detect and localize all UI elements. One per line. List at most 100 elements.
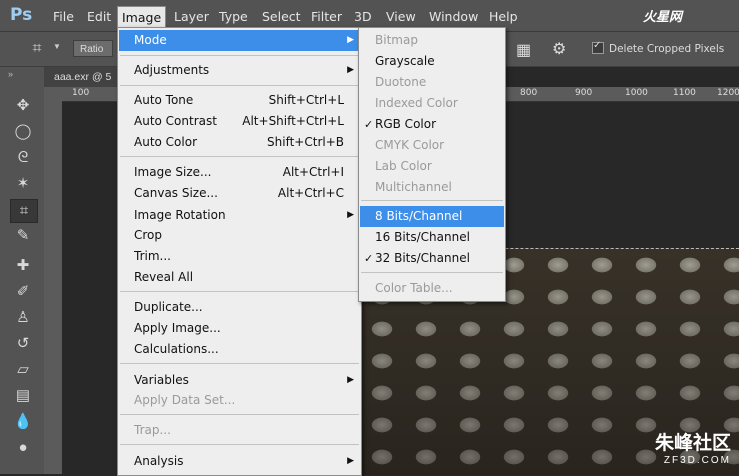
menu-item-auto-tone[interactable]: Auto Tone Shift+Ctrl+L <box>119 90 360 111</box>
mode-item-16-bits[interactable]: 16 Bits/Channel <box>360 227 504 248</box>
menu-3d[interactable]: 3D <box>354 9 372 24</box>
menu-shortcut: Alt+Ctrl+I <box>282 165 344 179</box>
ruler-label: 900 <box>575 88 593 98</box>
menu-layer[interactable]: Layer <box>174 9 209 24</box>
menu-shortcut: Alt+Ctrl+C <box>277 186 344 200</box>
menu-shortcut: Shift+Ctrl+L <box>268 93 344 107</box>
menu-item-label: Apply Data Set... <box>134 393 236 407</box>
menu-item-label: CMYK Color <box>375 138 445 152</box>
menu-item-calculations[interactable]: Calculations... <box>119 339 360 360</box>
menu-separator <box>361 272 503 273</box>
ratio-select[interactable]: Ratio <box>73 40 113 57</box>
menu-item-image-rotation[interactable]: Image Rotation ▶ <box>119 205 360 226</box>
menu-item-label: Trap... <box>134 423 171 437</box>
menu-item-label: 8 Bits/Channel <box>375 209 463 223</box>
menu-item-variables[interactable]: Variables ▶ <box>119 370 360 391</box>
dodge-tool-icon[interactable]: ● <box>10 437 36 459</box>
check-icon: ✓ <box>364 118 374 131</box>
ruler-label: 100 <box>72 88 90 98</box>
collapse-panel-icon[interactable]: » <box>8 69 13 79</box>
brush-tool-icon[interactable]: ✐ <box>10 281 36 303</box>
menu-item-crop[interactable]: Crop <box>119 225 360 246</box>
menu-file[interactable]: File <box>53 9 74 24</box>
menu-item-reveal-all[interactable]: Reveal All <box>119 267 360 288</box>
menu-view[interactable]: View <box>386 9 416 24</box>
mode-item-duotone: Duotone <box>360 72 504 93</box>
menu-item-mode[interactable]: Mode ▶ <box>119 30 360 51</box>
lasso-tool-icon[interactable]: ᘓ <box>10 147 36 169</box>
mode-item-8-bits[interactable]: 8 Bits/Channel <box>360 206 504 227</box>
menu-item-canvas-size[interactable]: Canvas Size... Alt+Ctrl+C <box>119 183 360 204</box>
menu-item-apply-image[interactable]: Apply Image... <box>119 318 360 339</box>
menu-separator <box>120 85 359 86</box>
healing-brush-icon[interactable]: ✚ <box>10 255 36 277</box>
delete-cropped-pixels-checkbox[interactable]: Delete Cropped Pixels <box>592 40 724 55</box>
menu-item-label: Image Rotation <box>134 208 226 222</box>
menu-image[interactable]: Image <box>117 6 167 29</box>
ruler-label: 1200 <box>717 88 739 98</box>
menu-shortcut: Shift+Ctrl+B <box>267 135 344 149</box>
mode-item-lab-color: Lab Color <box>360 156 504 177</box>
menu-item-trim[interactable]: Trim... <box>119 246 360 267</box>
menu-item-label: Reveal All <box>134 270 194 284</box>
menu-item-image-size[interactable]: Image Size... Alt+Ctrl+I <box>119 162 360 183</box>
check-icon: ✓ <box>364 252 374 265</box>
menu-item-label: Crop <box>134 228 163 242</box>
eraser-icon[interactable]: ▱ <box>10 359 36 381</box>
gradient-tool-icon[interactable]: ▤ <box>10 385 36 407</box>
menu-item-label: Adjustments <box>134 63 210 77</box>
menu-separator <box>361 200 503 201</box>
marquee-tool-icon[interactable]: ◯ <box>10 121 36 143</box>
menu-item-label: Auto Contrast <box>134 114 217 128</box>
watermark-url: ZF3D.COM <box>663 455 731 466</box>
checkbox-checked-icon[interactable] <box>592 40 604 54</box>
menu-filter[interactable]: Filter <box>311 9 342 24</box>
submenu-arrow-icon: ▶ <box>347 210 354 220</box>
move-tool-icon[interactable]: ✥ <box>10 95 36 117</box>
menu-item-analysis[interactable]: Analysis ▶ <box>119 451 360 472</box>
crop-tool-icon[interactable]: ⌗ <box>24 38 50 60</box>
document-tab[interactable]: aaa.exr @ 5 <box>44 67 124 87</box>
menu-select[interactable]: Select <box>262 9 301 24</box>
mode-item-multichannel: Multichannel <box>360 177 504 198</box>
menu-window[interactable]: Window <box>429 9 478 24</box>
menu-shortcut: Alt+Shift+Ctrl+L <box>242 114 344 128</box>
clone-stamp-icon[interactable]: ♙ <box>10 307 36 329</box>
chevron-down-icon[interactable]: ▼ <box>53 42 61 51</box>
menu-item-auto-color[interactable]: Auto Color Shift+Ctrl+B <box>119 132 360 153</box>
eyedropper-icon[interactable]: ✎ <box>10 225 36 247</box>
menu-item-trap: Trap... <box>119 420 360 441</box>
mode-item-bitmap: Bitmap <box>360 30 504 51</box>
blur-tool-icon[interactable]: 💧 <box>10 411 36 433</box>
submenu-arrow-icon: ▶ <box>347 35 354 45</box>
history-brush-icon[interactable]: ↺ <box>10 333 36 355</box>
crop-tool-icon[interactable]: ⌗ <box>10 199 38 223</box>
menu-help[interactable]: Help <box>489 9 518 24</box>
gear-icon[interactable]: ⚙ <box>552 39 566 59</box>
menu-item-label: RGB Color <box>375 117 437 131</box>
photoshop-logo: Ps <box>10 5 33 25</box>
mode-item-cmyk-color: CMYK Color <box>360 135 504 156</box>
menu-item-adjustments[interactable]: Adjustments ▶ <box>119 60 360 81</box>
ruler-label: 800 <box>520 88 538 98</box>
mode-item-grayscale[interactable]: Grayscale <box>360 51 504 72</box>
menu-item-label: Apply Image... <box>134 321 221 335</box>
mode-item-rgb-color[interactable]: ✓ RGB Color <box>360 114 504 135</box>
submenu-arrow-icon: ▶ <box>347 456 354 466</box>
menu-item-auto-contrast[interactable]: Auto Contrast Alt+Shift+Ctrl+L <box>119 111 360 132</box>
menu-item-label: Color Table... <box>375 281 453 295</box>
grid-overlay-icon[interactable]: ▦ <box>516 40 531 60</box>
menu-edit[interactable]: Edit <box>87 9 111 24</box>
submenu-arrow-icon: ▶ <box>347 375 354 385</box>
magic-wand-icon[interactable]: ✶ <box>10 173 36 195</box>
mode-item-32-bits[interactable]: ✓ 32 Bits/Channel <box>360 248 504 269</box>
image-menu-dropdown: Mode ▶ Adjustments ▶ Auto Tone Shift+Ctrl+L… <box>117 27 362 476</box>
menu-item-label: Analysis <box>134 454 184 468</box>
menu-item-label: Indexed Color <box>375 96 458 110</box>
ruler-label: 1100 <box>673 88 696 98</box>
menu-type[interactable]: Type <box>219 9 248 24</box>
menu-item-label: Duplicate... <box>134 300 203 314</box>
menu-separator <box>120 55 359 56</box>
vertical-ruler <box>44 87 63 474</box>
menu-item-duplicate[interactable]: Duplicate... <box>119 297 360 318</box>
